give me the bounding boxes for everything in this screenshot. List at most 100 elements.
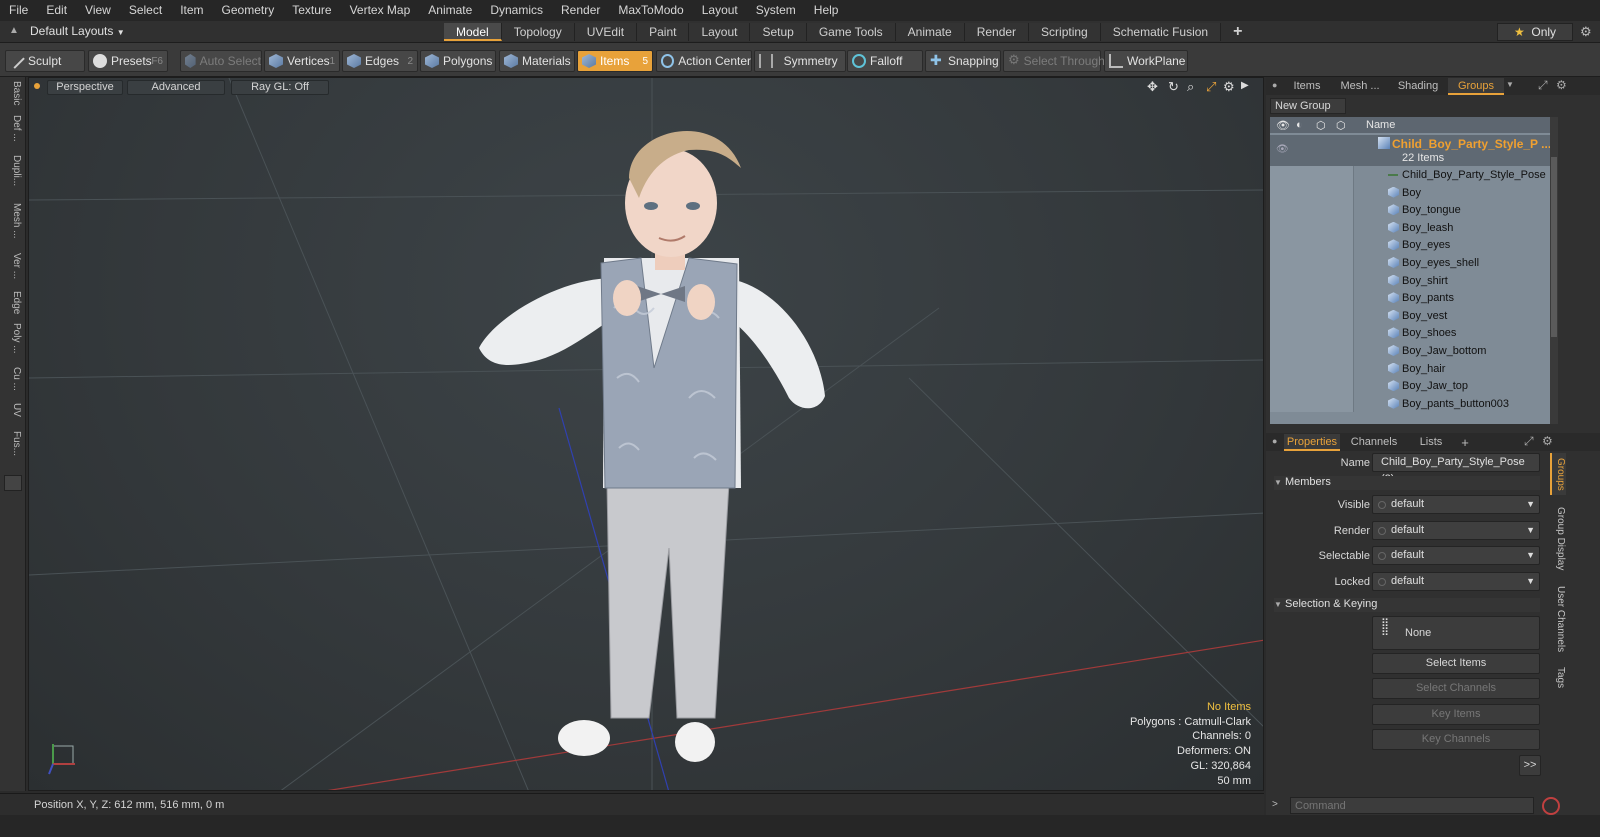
tree-row[interactable]: Boy_leash (1270, 218, 1550, 237)
record-icon[interactable] (1542, 797, 1560, 815)
tab-properties[interactable]: Properties (1284, 434, 1340, 451)
tree-row[interactable]: Boy_shirt (1270, 271, 1550, 290)
tab-layout[interactable]: Layout (689, 23, 751, 41)
left-strip-toggle[interactable] (4, 475, 22, 491)
polygons-button[interactable]: Polygons (420, 50, 496, 72)
pan-icon[interactable]: ✥ (1147, 79, 1158, 95)
rotate-icon[interactable]: ↻ (1168, 79, 1179, 95)
menu-select[interactable]: Select (120, 0, 171, 21)
left-tab-fusion[interactable]: Fus... (4, 431, 22, 456)
expand-icon[interactable]: ⤢ (1538, 78, 1548, 93)
tab-items[interactable]: Items (1284, 78, 1330, 95)
select-items-button[interactable]: Select Items (1372, 653, 1540, 674)
tab-channels[interactable]: Channels (1344, 434, 1404, 451)
tree-row[interactable]: Child_Boy_Party_Style_Pose (1270, 166, 1550, 184)
menu-maxtomodo[interactable]: MaxToModo (609, 0, 692, 21)
tab-paint[interactable]: Paint (637, 23, 690, 41)
tree-row[interactable]: Boy_hair (1270, 359, 1550, 378)
tab-setup[interactable]: Setup (750, 23, 807, 41)
render-dropdown[interactable]: default ▼ (1372, 521, 1540, 540)
menu-vertex-map[interactable]: Vertex Map (341, 0, 420, 21)
tab-schematic-fusion[interactable]: Schematic Fusion (1100, 23, 1222, 41)
3d-viewport[interactable]: Perspective Advanced Ray GL: Off ✥ ↻ ⌕ ⤢… (28, 77, 1264, 791)
visibility-column-icon[interactable]: 👁 (1276, 119, 1290, 132)
group-row[interactable]: 👁 Child_Boy_Party_Style_P ... 22 Items (1270, 135, 1550, 166)
edges-button[interactable]: Edges 2 (342, 50, 418, 72)
tab-topology[interactable]: Topology (501, 23, 575, 41)
more-button[interactable]: >> (1519, 755, 1541, 776)
vertices-button[interactable]: Vertices 1 (264, 50, 340, 72)
left-tab-mesh[interactable]: Mesh ... (4, 203, 22, 239)
tab-shading[interactable]: Shading (1390, 78, 1446, 95)
materials-button[interactable]: Materials (499, 50, 575, 72)
key-channels-button[interactable]: Key Channels (1372, 729, 1540, 750)
select-through-button[interactable]: ⚙ Select Through (1003, 50, 1105, 72)
viewport-menu-dot[interactable] (34, 83, 40, 89)
selection-keying-section[interactable]: ▼ Selection & Keying (1274, 598, 1540, 612)
zoom-icon[interactable]: ⌕ (1187, 79, 1194, 95)
viewport-gear-icon[interactable]: ⚙ (1223, 79, 1235, 95)
tab-groups[interactable]: Groups (1448, 78, 1504, 95)
workplane-button[interactable]: WorkPlane (1104, 50, 1188, 72)
tree-row[interactable]: Boy_Jaw_top (1270, 377, 1550, 395)
visible-dropdown[interactable]: default ▼ (1372, 495, 1540, 514)
command-input[interactable] (1290, 797, 1534, 814)
props-gear-icon[interactable]: ⚙ (1542, 434, 1553, 448)
tab-lists[interactable]: Lists (1406, 434, 1456, 451)
menu-item[interactable]: Item (171, 0, 212, 21)
name-field[interactable]: Child_Boy_Party_Style_Pose (2) (1372, 453, 1540, 485)
left-tab-edge[interactable]: Edge (4, 291, 22, 314)
tab-mesh[interactable]: Mesh ... (1332, 78, 1388, 95)
items-button[interactable]: Items 5 (577, 50, 653, 72)
add-props-tab-button[interactable]: + (1458, 434, 1472, 451)
tree-row[interactable]: Boy_vest (1270, 306, 1550, 325)
menu-texture[interactable]: Texture (283, 0, 340, 21)
gear-icon[interactable]: ⚙ (1580, 24, 1592, 40)
tree-row[interactable]: Boy_pants_button003 (1270, 394, 1550, 413)
tabs-dropdown-icon[interactable]: ▼ (1506, 80, 1514, 89)
render-column-icon[interactable]: ◐ (1296, 119, 1303, 131)
add-tab-button[interactable]: + (1221, 23, 1254, 41)
left-tab-vertex[interactable]: Ver ... (4, 253, 22, 279)
tree-row[interactable]: Boy (1270, 183, 1550, 202)
sculpt-button[interactable]: Sculpt (5, 50, 85, 72)
side-tab-group-display[interactable]: Group Display (1550, 503, 1566, 575)
menu-dynamics[interactable]: Dynamics (481, 0, 552, 21)
locked-dropdown[interactable]: default ▼ (1372, 572, 1540, 591)
side-tab-tags[interactable]: Tags (1550, 663, 1566, 693)
side-tab-groups[interactable]: Groups (1550, 453, 1566, 495)
falloff-button[interactable]: Falloff (847, 50, 923, 72)
select-column-icon[interactable]: ⬡ (1336, 119, 1346, 132)
select-channels-button[interactable]: Select Channels (1372, 678, 1540, 699)
layout-dropdown[interactable]: Default Layouts ▼ (30, 24, 125, 38)
tab-scripting[interactable]: Scripting (1029, 23, 1101, 41)
side-tab-user-channels[interactable]: User Channels (1550, 583, 1566, 655)
panel-gear-icon[interactable]: ⚙ (1556, 78, 1567, 92)
snapping-button[interactable]: ✚ Snapping (925, 50, 1001, 72)
tab-game-tools[interactable]: Game Tools (806, 23, 896, 41)
members-section[interactable]: ▼ Members (1274, 476, 1540, 490)
perspective-tab[interactable]: Perspective (47, 80, 123, 95)
only-button[interactable]: ★ Only (1497, 23, 1573, 41)
key-items-button[interactable]: Key Items (1372, 704, 1540, 725)
lock-column-icon[interactable]: ⬡ (1316, 119, 1326, 132)
tree-row[interactable]: Boy_eyes_shell (1270, 254, 1550, 272)
tree-row[interactable]: Boy_pants (1270, 289, 1550, 307)
tab-animate[interactable]: Animate (895, 23, 965, 41)
boy-figure[interactable] (479, 130, 825, 762)
panel-menu-dot[interactable]: ● (1272, 80, 1277, 90)
maximize-icon[interactable]: ⤢ (1206, 79, 1216, 95)
tab-uvedit[interactable]: UVEdit (574, 23, 638, 41)
left-tab-basic[interactable]: Basic (4, 81, 22, 105)
tab-model[interactable]: Model (444, 23, 502, 41)
tree-row[interactable]: Boy_shoes (1270, 324, 1550, 342)
left-tab-curve[interactable]: Cu ... (4, 367, 22, 391)
none-button[interactable]: ⠿ ⠿ None (1372, 616, 1540, 650)
menu-render[interactable]: Render (552, 0, 609, 21)
left-tab-polygon[interactable]: Poly ... (4, 323, 22, 354)
menu-system[interactable]: System (747, 0, 805, 21)
auto-select-button[interactable]: Auto Select (180, 50, 262, 72)
left-tab-deform[interactable]: Def ... (4, 115, 22, 142)
tree-row[interactable]: Boy_tongue (1270, 201, 1550, 219)
presets-button[interactable]: Presets F6 (88, 50, 168, 72)
